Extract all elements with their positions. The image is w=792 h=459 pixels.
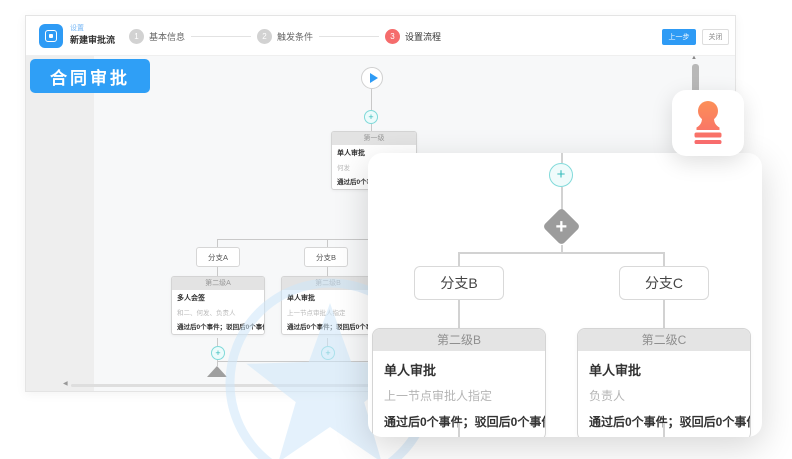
plus-icon: + <box>556 217 568 237</box>
branch-split-line <box>458 252 665 254</box>
node-assignee: 负责人 <box>589 387 739 404</box>
vscroll-up-arrow[interactable]: ▲ <box>691 56 697 61</box>
connector-line <box>663 423 665 437</box>
page: 设置 新建审批流 1 基本信息 2 触发条件 3 设置流程 上一步 <box>0 0 792 459</box>
step-trigger-conditions[interactable]: 2 触发条件 <box>257 29 313 44</box>
branch-a-button[interactable]: 分支A <box>196 247 240 267</box>
step-number-badge: 3 <box>385 29 400 44</box>
branch-c-button[interactable]: 分支C <box>619 266 709 300</box>
step-number-badge: 2 <box>257 29 272 44</box>
play-icon <box>370 73 378 83</box>
node-card-header: 第一级 <box>332 132 416 145</box>
branch-b-button[interactable]: 分支B <box>304 247 348 267</box>
connector-line <box>327 267 328 276</box>
hscroll-left-arrow[interactable]: ◀ <box>63 380 68 387</box>
wizard-steps: 1 基本信息 2 触发条件 3 设置流程 <box>129 16 441 56</box>
step-basic-info[interactable]: 1 基本信息 <box>129 29 185 44</box>
node-assignee: 上一节点审批人指定 <box>384 387 534 404</box>
node-card-header: 第二级B <box>373 329 545 351</box>
approval-node-card-level2a[interactable]: 第二级A 多人会签 和二、何发、负责人 通过后0个事件；驳回后0个事件 <box>171 276 265 335</box>
page-title: 新建审批流 <box>70 33 115 46</box>
node-approval-type: 单人审批 <box>589 360 739 379</box>
connector-line <box>371 89 372 110</box>
zoomed-flow-panel: + + 分支B 分支C 第二级B 单人审批 上一节点审批人指定 通过后0个事件；… <box>368 153 762 437</box>
node-approval-type: 多人会签 <box>177 293 259 303</box>
connector-line <box>327 338 328 346</box>
stamp-icon <box>686 100 730 146</box>
node-card-header: 第二级A <box>172 277 264 290</box>
connector-line <box>371 124 372 131</box>
start-node[interactable] <box>361 67 383 89</box>
approval-node-card-level2b[interactable]: 第二级B 单人审批 上一节点审批人指定 通过后0个事件；驳回后0个事件 <box>281 276 375 335</box>
connector-line <box>327 239 328 247</box>
step-connector <box>319 36 379 37</box>
node-card-header: 第二级B <box>282 277 374 290</box>
approval-node-card-level2c[interactable]: 第二级C 单人审批 负责人 通过后0个事件；驳回后0个事件 <box>577 328 751 437</box>
stamp-icon-card[interactable] <box>672 90 744 156</box>
node-events: 通过后0个事件；驳回后0个事件 <box>287 321 369 331</box>
node-assignee: 和二、何发、负责人 <box>177 307 259 317</box>
node-approval-type: 单人审批 <box>384 360 534 379</box>
node-card-header: 第二级C <box>578 329 750 351</box>
add-node-button[interactable]: + <box>549 163 573 187</box>
canvas-left-strip <box>26 56 94 391</box>
add-node-button[interactable]: + <box>364 110 378 124</box>
end-node-triangle[interactable] <box>207 366 227 377</box>
connector-line <box>217 239 218 247</box>
node-assignee: 上一节点审批人指定 <box>287 307 369 317</box>
app-section-label: 设置 <box>70 23 84 33</box>
connector-line <box>561 153 563 163</box>
step-connector <box>191 36 251 37</box>
node-approval-type: 单人审批 <box>287 293 369 303</box>
connector-line <box>458 252 460 266</box>
approval-node-card-level2b[interactable]: 第二级B 单人审批 上一节点审批人指定 通过后0个事件；驳回后0个事件 <box>372 328 546 437</box>
connector-line <box>561 245 563 252</box>
flow-name-badge: 合同审批 <box>30 59 150 93</box>
connector-line <box>561 187 563 211</box>
connector-line <box>663 300 665 328</box>
app-logo-icon <box>39 24 63 48</box>
step-number-badge: 1 <box>129 29 144 44</box>
step-set-process[interactable]: 3 设置流程 <box>385 29 441 44</box>
condition-diamond-node[interactable]: + <box>542 207 580 245</box>
connector-line <box>458 423 460 437</box>
wizard-header: 设置 新建审批流 1 基本信息 2 触发条件 3 设置流程 上一步 <box>26 16 735 56</box>
connector-line <box>458 300 460 328</box>
branch-b-button[interactable]: 分支B <box>414 266 504 300</box>
node-events: 通过后0个事件；驳回后0个事件 <box>177 321 259 331</box>
connector-line <box>217 267 218 276</box>
previous-step-button[interactable]: 上一步 <box>662 29 696 45</box>
add-node-button[interactable]: + <box>321 346 335 360</box>
connector-line <box>663 252 665 266</box>
close-button[interactable]: 关闭 <box>702 29 729 45</box>
connector-line <box>217 338 218 346</box>
add-node-button[interactable]: + <box>211 346 225 360</box>
